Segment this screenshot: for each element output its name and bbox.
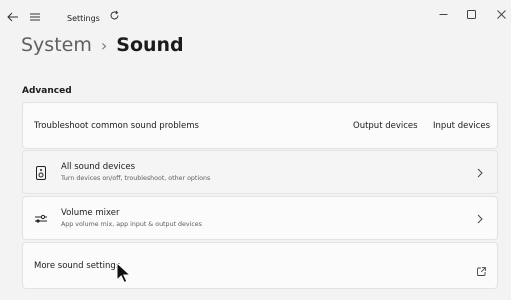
chevron-right-icon <box>475 167 485 179</box>
more-sound-settings-card[interactable]: More sound settings <box>22 242 498 289</box>
volume-mixer-title: Volume mixer <box>61 208 120 218</box>
app-title: Settings <box>67 14 100 23</box>
volume-mixer-subtitle: App volume mix, app input & output devic… <box>61 221 202 228</box>
title-bar: Settings <box>0 0 511 34</box>
close-icon[interactable] <box>492 6 510 22</box>
hamburger-menu-icon[interactable] <box>28 10 42 24</box>
troubleshoot-label: Troubleshoot common sound problems <box>34 121 199 131</box>
maximize-icon[interactable] <box>462 6 480 22</box>
speaker-icon <box>33 165 49 181</box>
all-sound-devices-title: All sound devices <box>61 162 136 172</box>
output-devices-link[interactable]: Output devices <box>353 121 418 131</box>
input-devices-link[interactable]: Input devices <box>433 121 490 131</box>
minimize-icon[interactable] <box>434 6 452 22</box>
troubleshoot-card: Troubleshoot common sound problems Outpu… <box>22 102 498 149</box>
breadcrumb: System › Sound <box>21 34 184 56</box>
external-link-icon <box>477 261 487 276</box>
chevron-right-icon <box>475 213 485 225</box>
page-title: Sound <box>116 34 184 56</box>
breadcrumb-system-link[interactable]: System <box>21 34 92 56</box>
mixer-icon <box>33 211 49 227</box>
breadcrumb-separator: › <box>100 35 108 55</box>
volume-mixer-card[interactable]: Volume mixer App volume mix, app input &… <box>22 196 498 240</box>
more-sound-settings-label: More sound settings <box>34 261 121 271</box>
section-heading-advanced: Advanced <box>22 86 72 96</box>
mouse-cursor-icon <box>116 261 132 284</box>
all-sound-devices-subtitle: Turn devices on/off, troubleshoot, other… <box>61 175 211 182</box>
back-arrow-icon[interactable] <box>6 10 20 24</box>
refresh-icon[interactable] <box>107 8 121 22</box>
all-sound-devices-card[interactable]: All sound devices Turn devices on/off, t… <box>22 150 498 194</box>
